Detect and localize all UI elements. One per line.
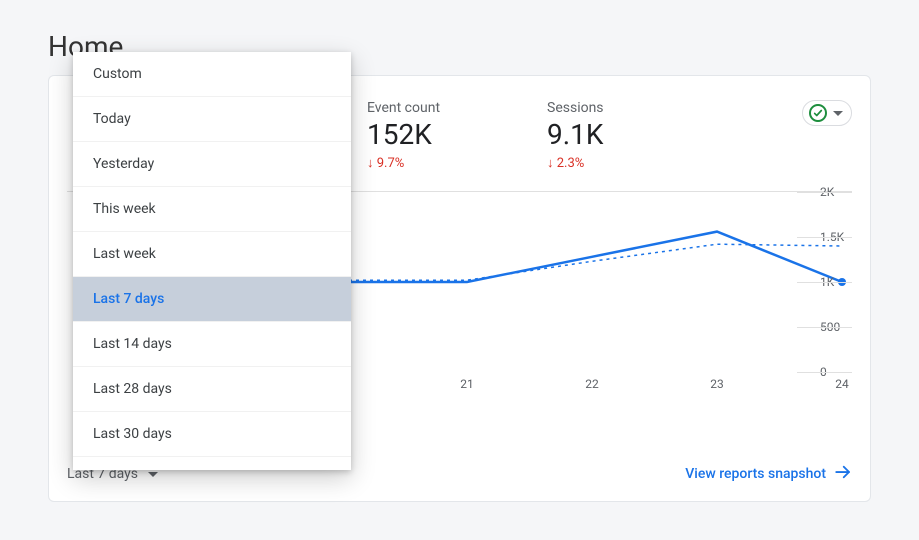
metric-delta: 9.7% bbox=[367, 155, 507, 171]
view-reports-link[interactable]: View reports snapshot bbox=[685, 463, 852, 485]
dropdown-item[interactable]: Yesterday bbox=[73, 142, 351, 187]
x-tick-label: 23 bbox=[710, 377, 724, 391]
x-tick-label: 21 bbox=[460, 377, 474, 391]
chevron-down-icon bbox=[833, 111, 843, 116]
dropdown-item[interactable]: Last 7 days bbox=[73, 277, 351, 322]
metric-sessions[interactable]: Sessions 9.1K 2.3% bbox=[547, 100, 687, 171]
chevron-down-icon bbox=[148, 472, 158, 477]
metric-label: Event count bbox=[367, 100, 507, 116]
dropdown-item[interactable]: Last 28 days bbox=[73, 367, 351, 412]
dropdown-item[interactable]: Today bbox=[73, 97, 351, 142]
dropdown-item[interactable]: Last 30 days bbox=[73, 412, 351, 457]
arrow-right-icon bbox=[834, 463, 852, 485]
metric-event-count[interactable]: Event count 152K 9.7% bbox=[367, 100, 507, 171]
x-tick-label: 24 bbox=[835, 377, 849, 391]
metric-label: Sessions bbox=[547, 100, 687, 116]
status-pill[interactable] bbox=[802, 100, 852, 126]
metric-value: 9.1K bbox=[547, 118, 687, 151]
date-range-dropdown[interactable]: CustomTodayYesterdayThis weekLast weekLa… bbox=[73, 52, 351, 470]
dropdown-item[interactable]: Last 60 days bbox=[73, 457, 351, 470]
view-reports-label: View reports snapshot bbox=[685, 466, 826, 482]
dropdown-item[interactable]: Last week bbox=[73, 232, 351, 277]
dropdown-item[interactable]: Last 14 days bbox=[73, 322, 351, 367]
x-tick-label: 22 bbox=[585, 377, 599, 391]
metric-value: 152K bbox=[367, 118, 507, 151]
metric-delta: 2.3% bbox=[547, 155, 687, 171]
check-circle-icon bbox=[809, 104, 827, 122]
dropdown-item[interactable]: This week bbox=[73, 187, 351, 232]
dropdown-item[interactable]: Custom bbox=[73, 52, 351, 97]
